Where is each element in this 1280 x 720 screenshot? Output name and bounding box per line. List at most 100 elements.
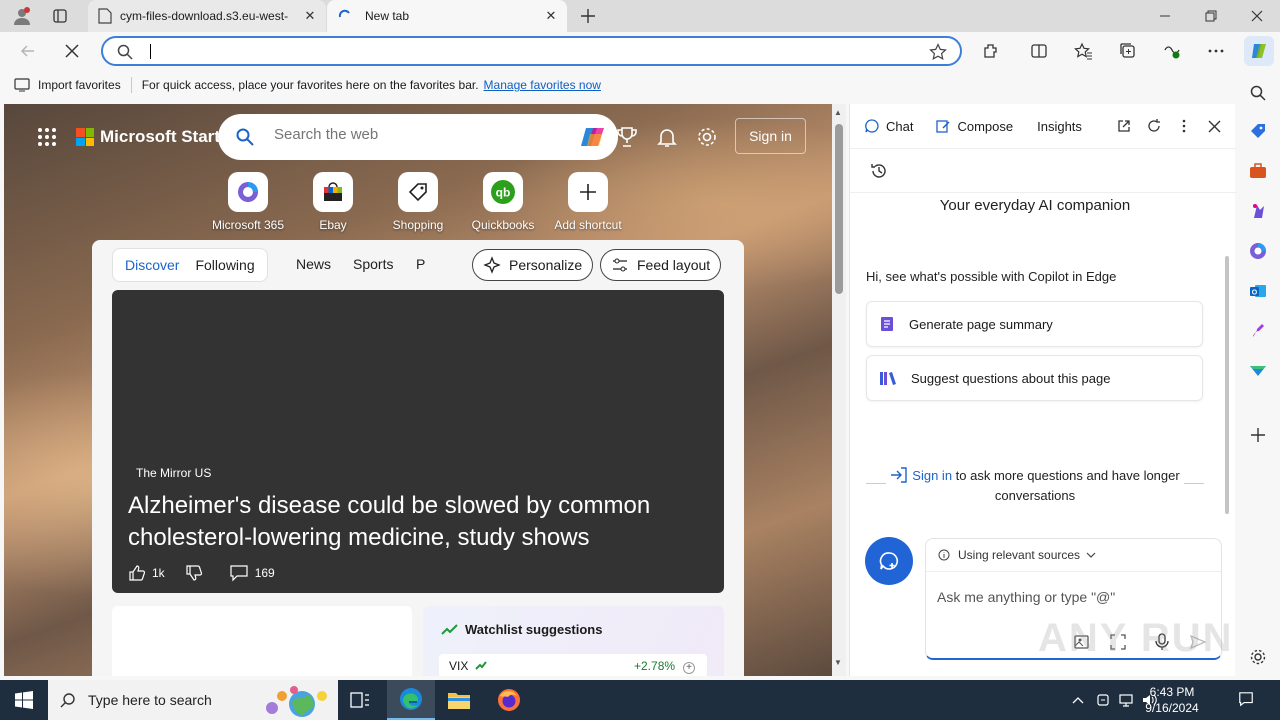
address-bar[interactable]: [101, 36, 962, 66]
tab-compose[interactable]: Compose: [935, 118, 1013, 134]
tab-download[interactable]: cym-files-download.s3.eu-west- ✕: [88, 0, 326, 32]
microsoft-start-logo[interactable]: Microsoft Start: [76, 127, 220, 147]
add-to-watchlist-icon[interactable]: +: [683, 662, 695, 674]
start-button[interactable]: [0, 680, 48, 720]
settings-gear-icon[interactable]: [696, 126, 718, 148]
tab-title: cym-files-download.s3.eu-west-: [120, 9, 289, 23]
minimize-button[interactable]: [1142, 0, 1188, 32]
feed-layout-button[interactable]: Feed layout: [600, 249, 722, 281]
manage-favorites-link[interactable]: Manage favorites now: [484, 78, 601, 92]
tab-discover[interactable]: Discover: [125, 257, 179, 273]
add-sidebar-app-icon[interactable]: [1247, 424, 1269, 446]
outlook-icon[interactable]: O: [1247, 280, 1269, 302]
feed-layout-label: Feed layout: [637, 257, 711, 273]
article-headline[interactable]: Alzheimer's disease could be slowed by c…: [128, 490, 708, 554]
drop-icon[interactable]: [1247, 360, 1269, 382]
comments-button[interactable]: 169: [229, 564, 275, 582]
brand-name: Microsoft Start: [100, 127, 220, 146]
shopping-tag-icon[interactable]: [1247, 120, 1269, 142]
extensions-icon[interactable]: [977, 37, 1005, 65]
news-card[interactable]: [112, 606, 412, 676]
network-tray-icon[interactable]: [1095, 692, 1111, 708]
watchlist-row[interactable]: VIX +2.78% +: [439, 654, 707, 676]
taskbar-search-box[interactable]: Type here to search: [48, 680, 338, 720]
sign-in-link[interactable]: Sign in: [912, 468, 952, 483]
tab-sports[interactable]: Sports: [353, 256, 393, 272]
import-favorites-button[interactable]: Import favorites: [38, 78, 121, 92]
shortcut-shopping[interactable]: Shopping: [373, 172, 463, 232]
new-topic-button[interactable]: [865, 537, 913, 585]
personalize-button[interactable]: Personalize: [472, 249, 594, 281]
tab-following[interactable]: Following: [195, 257, 254, 273]
ethernet-icon[interactable]: [1118, 692, 1134, 708]
notification-center-icon[interactable]: [1238, 691, 1254, 707]
refresh-icon[interactable]: [1144, 116, 1164, 136]
task-view-icon[interactable]: [336, 680, 384, 720]
scroll-down-arrow-icon[interactable]: ▼: [834, 658, 842, 667]
tab-chat[interactable]: Chat: [864, 118, 913, 134]
browser-essentials-icon[interactable]: [1158, 37, 1186, 65]
hero-article-card[interactable]: The Mirror US Alzheimer's disease could …: [112, 290, 724, 593]
page-scrollbar[interactable]: ▲ ▼: [832, 104, 846, 676]
tab-more[interactable]: P: [416, 256, 425, 272]
tab-news[interactable]: News: [296, 256, 331, 272]
tray-overflow-chevron-icon[interactable]: [1070, 692, 1086, 708]
stop-loading-button[interactable]: [58, 37, 86, 65]
edge-taskbar-icon[interactable]: [387, 680, 435, 720]
notifications-bell-icon[interactable]: [656, 126, 678, 148]
sign-in-button[interactable]: Sign in: [735, 118, 806, 154]
microsoft-365-icon[interactable]: [1247, 240, 1269, 262]
watchlist-card[interactable]: Watchlist suggestions VIX +2.78% +: [423, 606, 724, 676]
generate-page-summary-button[interactable]: Generate page summary: [866, 301, 1203, 347]
firefox-icon[interactable]: [485, 680, 533, 720]
scrollbar-thumb[interactable]: [835, 124, 843, 294]
favorite-star-icon[interactable]: [929, 43, 947, 61]
copilot-icon[interactable]: [1244, 36, 1274, 66]
like-button[interactable]: 1k: [128, 564, 165, 582]
shortcut-label: Shopping: [392, 218, 444, 232]
shortcut-add[interactable]: Add shortcut: [543, 172, 633, 232]
tab-actions-icon[interactable]: [40, 0, 80, 32]
tools-briefcase-icon[interactable]: [1247, 160, 1269, 182]
restore-button[interactable]: [1188, 0, 1234, 32]
sidebar-settings-icon[interactable]: [1247, 646, 1269, 668]
close-tab-icon[interactable]: ✕: [302, 8, 318, 24]
close-tab-icon[interactable]: ✕: [543, 8, 559, 24]
app-launcher-icon[interactable]: [38, 128, 56, 146]
copilot-icon[interactable]: [578, 122, 608, 152]
collections-icon[interactable]: [1114, 37, 1142, 65]
file-explorer-icon[interactable]: [435, 680, 483, 720]
profile-icon[interactable]: [4, 0, 40, 32]
web-search-input[interactable]: [274, 126, 564, 143]
back-button[interactable]: [14, 37, 42, 65]
copilot-scrollbar[interactable]: [1225, 256, 1229, 514]
more-options-icon[interactable]: [1174, 116, 1194, 136]
sources-toggle[interactable]: Using relevant sources: [938, 548, 1104, 562]
new-tab-button[interactable]: [570, 0, 606, 32]
shortcut-quickbooks[interactable]: qb Quickbooks: [458, 172, 548, 232]
favorites-icon[interactable]: [1069, 37, 1097, 65]
page-header: Microsoft Start Sign in: [4, 104, 832, 168]
history-icon[interactable]: [870, 162, 888, 180]
tab-new-tab[interactable]: New tab ✕: [327, 0, 567, 32]
tab-insights[interactable]: Insights: [1037, 119, 1082, 134]
web-search-box[interactable]: [218, 114, 618, 160]
suggestion-label: Generate page summary: [909, 316, 1053, 332]
open-in-new-icon[interactable]: [1114, 116, 1134, 136]
chat-input-placeholder[interactable]: Ask me anything or type "@": [937, 589, 1115, 605]
dislike-button[interactable]: [185, 564, 209, 582]
shortcut-ebay[interactable]: Ebay: [288, 172, 378, 232]
designer-icon[interactable]: [1247, 320, 1269, 342]
shortcut-microsoft-365[interactable]: Microsoft 365: [203, 172, 293, 232]
more-menu-icon[interactable]: [1202, 37, 1230, 65]
games-icon[interactable]: [1247, 200, 1269, 222]
suggest-questions-button[interactable]: Suggest questions about this page: [866, 355, 1203, 401]
taskbar-clock[interactable]: 6:43 PM 9/16/2024: [1136, 684, 1208, 716]
rewards-trophy-icon[interactable]: [616, 126, 638, 148]
split-screen-icon[interactable]: [1025, 37, 1053, 65]
close-window-button[interactable]: [1234, 0, 1280, 32]
scroll-up-arrow-icon[interactable]: ▲: [834, 108, 842, 117]
stock-change: +2.78%: [634, 659, 676, 673]
search-icon[interactable]: [1247, 82, 1269, 104]
close-pane-icon[interactable]: [1204, 116, 1224, 136]
